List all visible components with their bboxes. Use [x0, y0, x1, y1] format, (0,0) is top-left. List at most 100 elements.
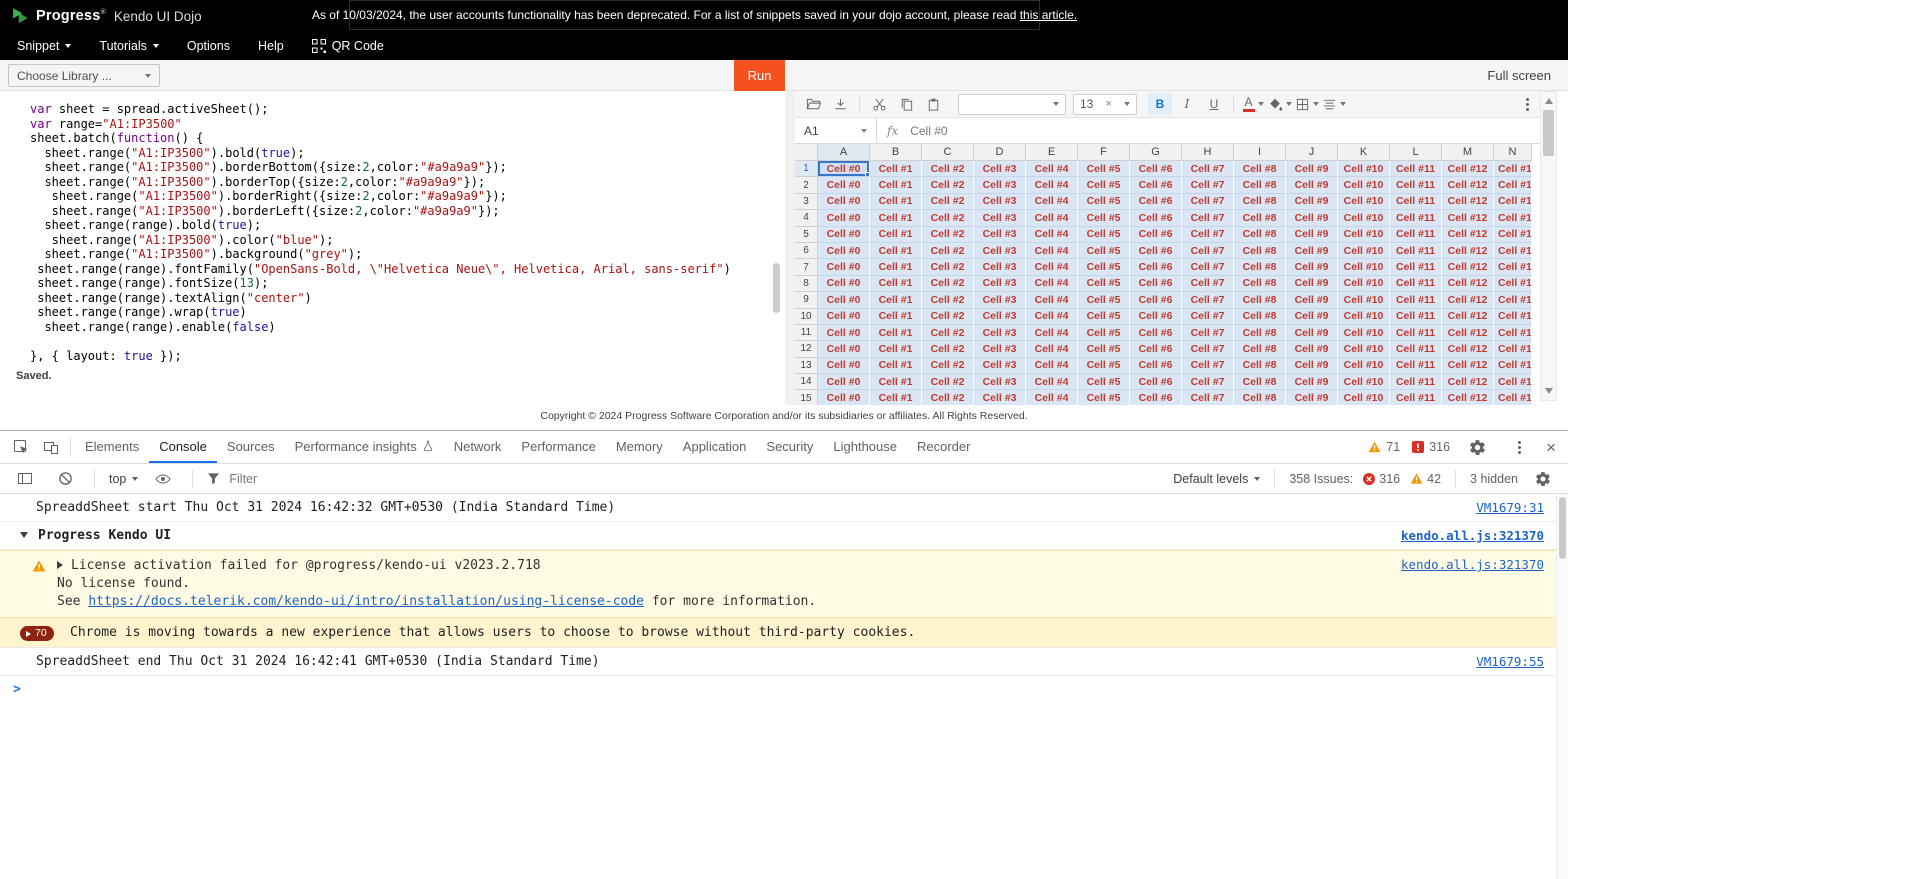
sheet-cell[interactable]: Cell #1: [870, 341, 922, 357]
sheet-cell[interactable]: Cell #6: [1130, 177, 1182, 193]
sheet-cell[interactable]: Cell #3: [974, 325, 1026, 341]
bold-button[interactable]: B: [1148, 93, 1172, 115]
sheet-cell[interactable]: Cell #7: [1182, 292, 1234, 308]
column-header-J[interactable]: J: [1286, 144, 1338, 161]
tab-sources[interactable]: Sources: [217, 431, 285, 463]
sheet-cell[interactable]: Cell #7: [1182, 325, 1234, 341]
open-file-button[interactable]: [801, 93, 825, 115]
sheet-cell[interactable]: Cell #12: [1442, 358, 1494, 374]
row-header-1[interactable]: 1: [795, 161, 818, 177]
sheet-cell[interactable]: Cell #5: [1078, 276, 1130, 292]
sheet-cell[interactable]: Cell #1: [870, 161, 922, 177]
sheet-cell[interactable]: Cell #1: [870, 309, 922, 325]
sheet-cell[interactable]: Cell #6: [1130, 358, 1182, 374]
sheet-cell[interactable]: Cell #4: [1026, 177, 1078, 193]
sheet-cell[interactable]: Cell #5: [1078, 309, 1130, 325]
sheet-cell[interactable]: Cell #13: [1494, 227, 1532, 243]
sheet-cell[interactable]: Cell #2: [922, 177, 974, 193]
sheet-cell[interactable]: Cell #9: [1286, 309, 1338, 325]
sheet-cell[interactable]: Cell #9: [1286, 177, 1338, 193]
column-header-K[interactable]: K: [1338, 144, 1390, 161]
copy-button[interactable]: [894, 93, 918, 115]
sheet-cell[interactable]: Cell #9: [1286, 259, 1338, 275]
align-button[interactable]: [1322, 93, 1346, 115]
menu-snippet[interactable]: Snippet: [3, 32, 85, 60]
sheet-cell[interactable]: Cell #8: [1234, 374, 1286, 390]
column-header-H[interactable]: H: [1182, 144, 1234, 161]
sheet-cell[interactable]: Cell #3: [974, 276, 1026, 292]
sheet-cell[interactable]: Cell #8: [1234, 325, 1286, 341]
sheet-cell[interactable]: Cell #4: [1026, 243, 1078, 259]
select-all-corner[interactable]: [795, 144, 818, 161]
sheet-cell[interactable]: Cell #4: [1026, 210, 1078, 226]
sheet-cell[interactable]: Cell #8: [1234, 227, 1286, 243]
log-levels-dropdown[interactable]: Default levels: [1173, 472, 1260, 486]
row-header-12[interactable]: 12: [795, 341, 818, 357]
sheet-cell[interactable]: Cell #13: [1494, 309, 1532, 325]
sheet-cell[interactable]: Cell #0: [818, 390, 870, 405]
sheet-cell[interactable]: Cell #7: [1182, 161, 1234, 177]
sheet-cell[interactable]: Cell #12: [1442, 177, 1494, 193]
sheet-cell[interactable]: Cell #3: [974, 210, 1026, 226]
sheet-cell[interactable]: Cell #3: [974, 227, 1026, 243]
sheet-cell[interactable]: Cell #3: [974, 292, 1026, 308]
sheet-cell[interactable]: Cell #11: [1390, 194, 1442, 210]
menu-qr-code[interactable]: QR Code: [298, 32, 398, 60]
sheet-cell[interactable]: Cell #2: [922, 358, 974, 374]
code-text[interactable]: var sheet = spread.activeSheet();var ran…: [0, 91, 785, 363]
sheet-cell[interactable]: Cell #8: [1234, 194, 1286, 210]
sheet-cell[interactable]: Cell #6: [1130, 390, 1182, 405]
sheet-cell[interactable]: Cell #7: [1182, 309, 1234, 325]
clear-icon[interactable]: ×: [1105, 98, 1111, 110]
triangle-right-icon[interactable]: [57, 561, 63, 569]
sheet-cell[interactable]: Cell #2: [922, 276, 974, 292]
column-header-N[interactable]: N: [1494, 144, 1532, 161]
column-header-A[interactable]: A: [818, 144, 870, 161]
borders-button[interactable]: [1295, 93, 1319, 115]
column-header-D[interactable]: D: [974, 144, 1026, 161]
sheet-cell[interactable]: Cell #10: [1338, 341, 1390, 357]
sheet-cell[interactable]: Cell #11: [1390, 325, 1442, 341]
sheet-cell[interactable]: Cell #5: [1078, 341, 1130, 357]
sheet-cell[interactable]: Cell #2: [922, 292, 974, 308]
sheet-cell[interactable]: Cell #9: [1286, 276, 1338, 292]
source-link[interactable]: VM1679:55: [1476, 653, 1544, 670]
sheet-cell[interactable]: Cell #8: [1234, 358, 1286, 374]
export-button[interactable]: [828, 93, 852, 115]
sheet-cell[interactable]: Cell #0: [818, 358, 870, 374]
sheet-cell[interactable]: Cell #5: [1078, 259, 1130, 275]
sheet-cell[interactable]: Cell #13: [1494, 341, 1532, 357]
cell-name-box[interactable]: A1: [795, 118, 877, 143]
sheet-cell[interactable]: Cell #0: [818, 374, 870, 390]
sheet-cell[interactable]: Cell #1: [870, 325, 922, 341]
sheet-cell[interactable]: Cell #0: [818, 276, 870, 292]
scrollbar-thumb[interactable]: [1559, 497, 1566, 559]
sheet-cell[interactable]: Cell #4: [1026, 325, 1078, 341]
sheet-cell[interactable]: Cell #0: [818, 227, 870, 243]
sheet-cell[interactable]: Cell #9: [1286, 341, 1338, 357]
menu-tutorials[interactable]: Tutorials: [85, 32, 172, 60]
logo[interactable]: Progress® Kendo UI Dojo: [12, 0, 202, 32]
sheet-cell[interactable]: Cell #8: [1234, 243, 1286, 259]
sheet-cell[interactable]: Cell #10: [1338, 325, 1390, 341]
sheet-cell[interactable]: Cell #6: [1130, 161, 1182, 177]
scroll-down-icon[interactable]: [1545, 388, 1553, 394]
console-scrollbar[interactable]: [1556, 494, 1568, 879]
sheet-cell[interactable]: Cell #1: [870, 177, 922, 193]
column-header-F[interactable]: F: [1078, 144, 1130, 161]
sheet-cell[interactable]: Cell #5: [1078, 243, 1130, 259]
console-warnings-count[interactable]: 71: [1368, 440, 1400, 454]
sheet-cell[interactable]: Cell #2: [922, 341, 974, 357]
sheet-cell[interactable]: Cell #12: [1442, 210, 1494, 226]
choose-library-dropdown[interactable]: Choose Library ...: [8, 64, 160, 87]
sheet-cell[interactable]: Cell #4: [1026, 276, 1078, 292]
source-link[interactable]: kendo.all.js:321370: [1401, 556, 1544, 574]
sheet-cell[interactable]: Cell #10: [1338, 194, 1390, 210]
row-header-6[interactable]: 6: [795, 243, 818, 259]
sheet-cell[interactable]: Cell #3: [974, 194, 1026, 210]
sheet-cell[interactable]: Cell #11: [1390, 341, 1442, 357]
row-header-5[interactable]: 5: [795, 227, 818, 243]
sheet-cell[interactable]: Cell #0: [818, 309, 870, 325]
sheet-cell[interactable]: Cell #4: [1026, 390, 1078, 405]
console-warning-message[interactable]: License activation failed for @progress/…: [0, 550, 1568, 618]
